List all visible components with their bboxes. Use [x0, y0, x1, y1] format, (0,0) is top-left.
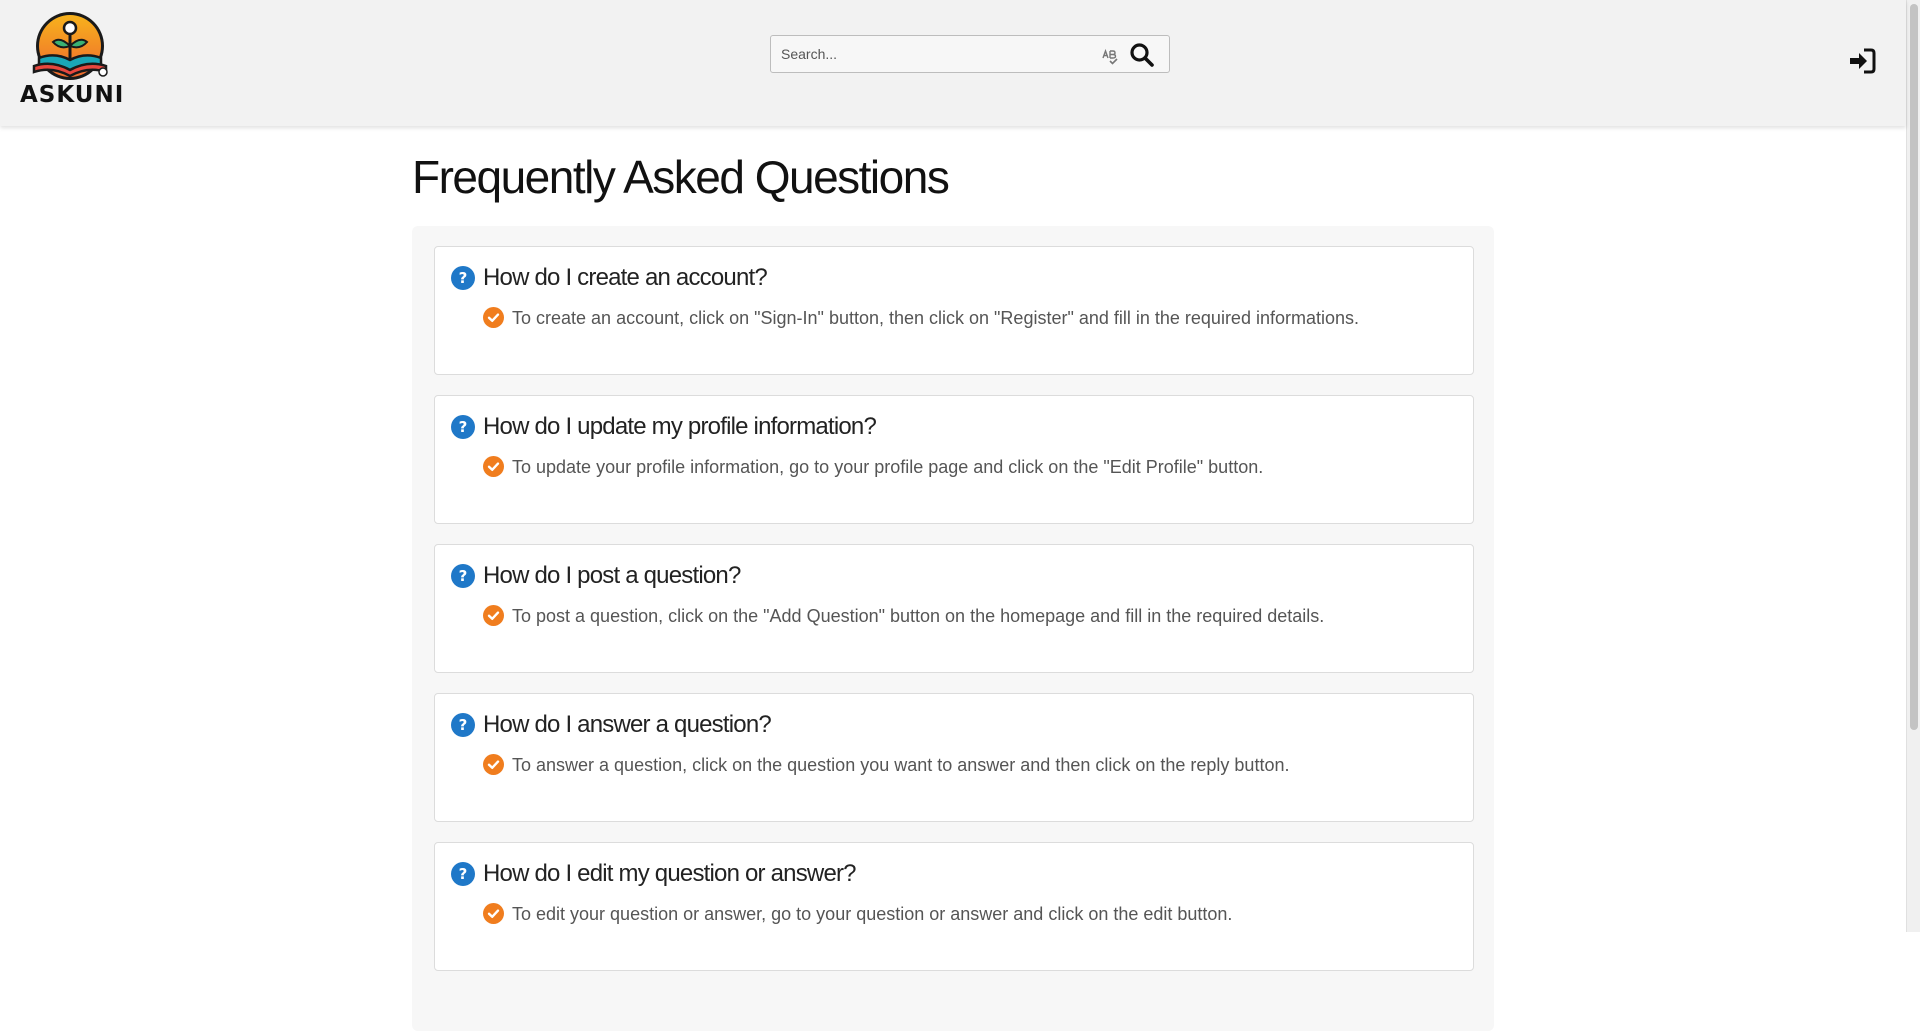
scrollbar-thumb[interactable]: [1910, 4, 1918, 730]
faq-answer: To answer a question, click on the quest…: [512, 755, 1290, 775]
logo-text: ASKUNI: [20, 82, 125, 108]
question-circle-icon: ?: [451, 415, 475, 439]
page-title: Frequently Asked Questions: [412, 151, 950, 203]
faq-answer: To post a question, click on the "Add Qu…: [512, 606, 1325, 626]
search-bar: [770, 35, 1170, 73]
askuni-logo[interactable]: ASKUNI: [20, 10, 125, 110]
faq-question: How do I answer a question?: [483, 711, 772, 738]
faq-item: ? How do I edit my question or answer? T…: [434, 842, 1474, 971]
question-circle-icon: ?: [451, 713, 475, 737]
book-sprout-logo-icon: [32, 12, 108, 80]
search-icon[interactable]: [1129, 42, 1155, 68]
faq-answer: To create an account, click on "Sign-In"…: [512, 308, 1360, 328]
faq-answer: To edit your question or answer, go to y…: [512, 904, 1233, 924]
check-circle-icon: [483, 307, 504, 328]
sign-in-icon[interactable]: [1848, 47, 1876, 75]
faq-item: ? How do I post a question? To post a qu…: [434, 544, 1474, 673]
check-circle-icon: [483, 754, 504, 775]
faq-question: How do I update my profile information?: [483, 413, 877, 440]
check-circle-icon: [483, 903, 504, 924]
faq-question: How do I create an account?: [483, 264, 768, 291]
check-circle-icon: [483, 456, 504, 477]
faq-item: ? How do I answer a question? To answer …: [434, 693, 1474, 822]
question-circle-icon: ?: [451, 266, 475, 290]
faq-item: ? How do I create an account? To create …: [434, 246, 1474, 375]
search-input[interactable]: [771, 36, 1091, 72]
main-content: Frequently Asked Questions ? How do I cr…: [412, 126, 1494, 1031]
faq-item: ? How do I update my profile information…: [434, 395, 1474, 524]
faq-question: How do I edit my question or answer?: [483, 860, 857, 887]
question-circle-icon: ?: [451, 564, 475, 588]
site-header: ASKUNI: [0, 0, 1906, 126]
faq-question: How do I post a question?: [483, 562, 741, 589]
page-scrollbar[interactable]: [1906, 0, 1920, 932]
check-circle-icon: [483, 605, 504, 626]
faq-list: ? How do I create an account? To create …: [412, 226, 1494, 1031]
faq-answer: To update your profile information, go t…: [512, 457, 1264, 477]
spellcheck-icon[interactable]: [1101, 48, 1119, 66]
question-circle-icon: ?: [451, 862, 475, 886]
